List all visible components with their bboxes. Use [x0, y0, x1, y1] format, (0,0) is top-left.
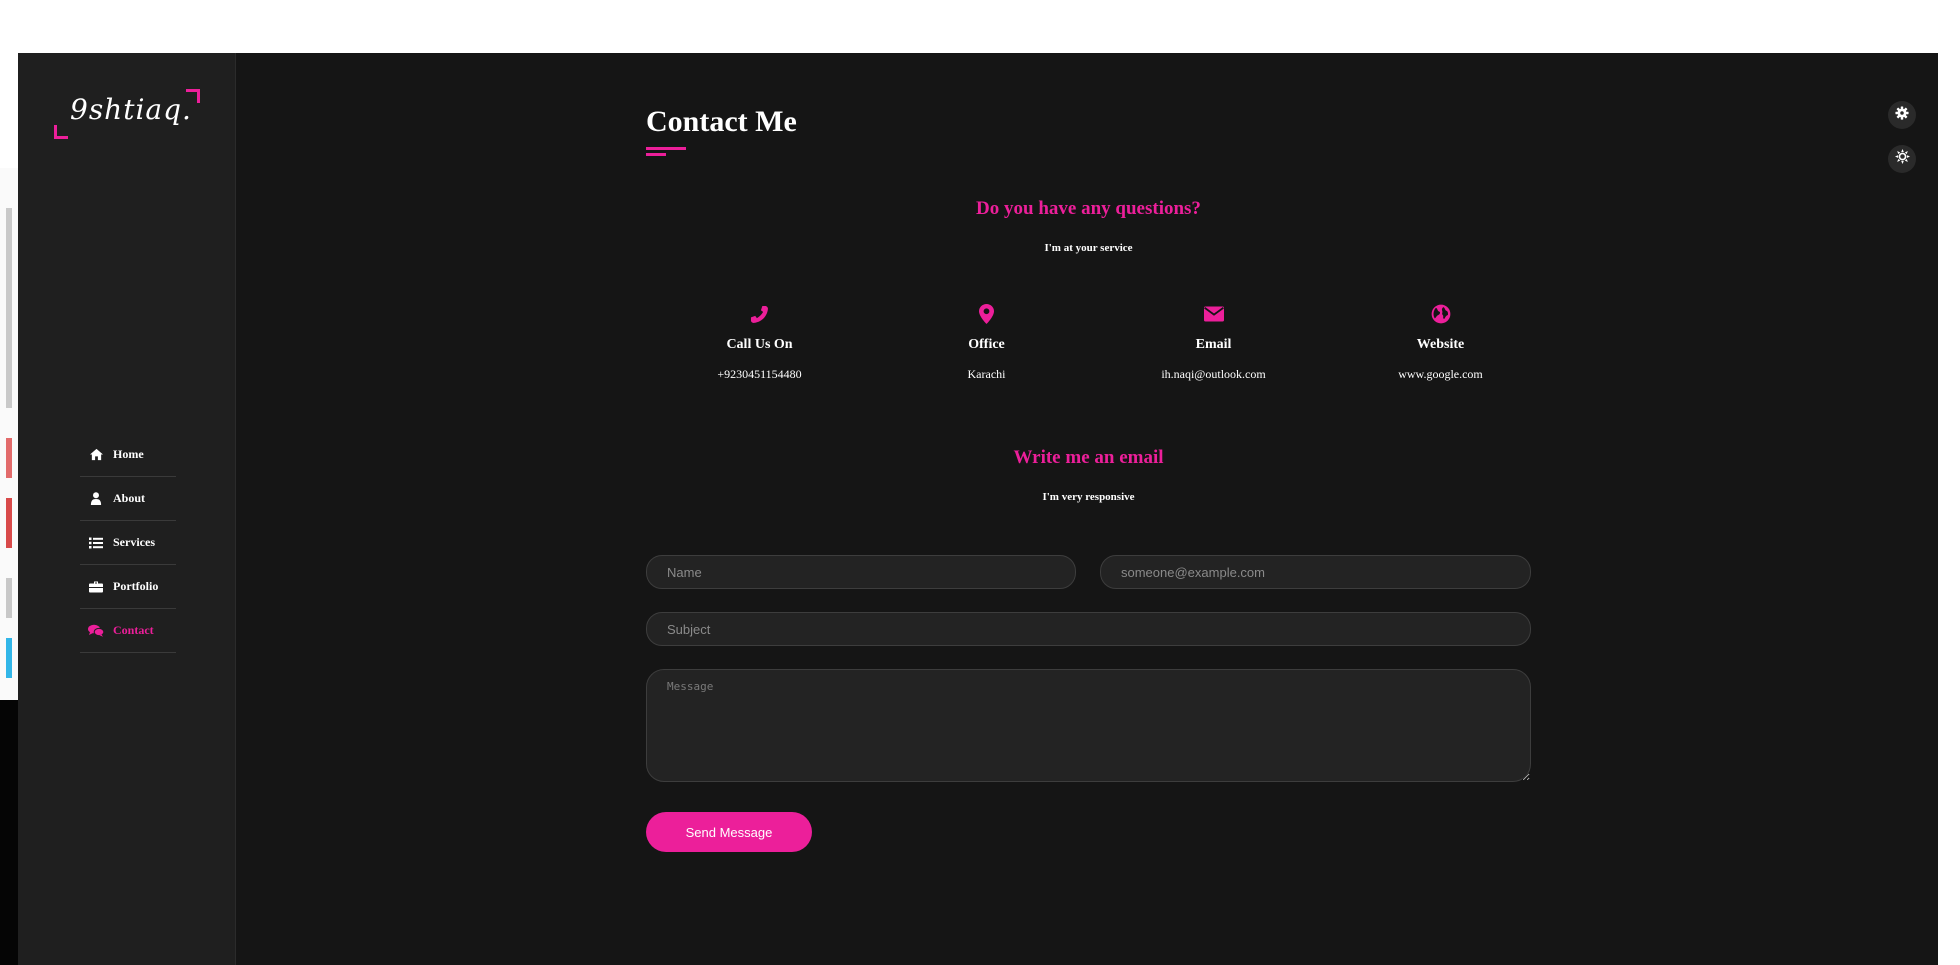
logo-corner-bottom-left [54, 125, 68, 139]
sidebar-item-label: Services [113, 535, 155, 549]
sidebar-item-label: About [113, 491, 146, 505]
subject-input[interactable] [646, 612, 1531, 646]
list-icon [88, 536, 104, 550]
sidebar-item-label: Home [113, 447, 144, 461]
sidebar-nav: Home About Services Portfolio Contact [80, 433, 176, 653]
contact-info: Call Us On +9230451154480 Office Karachi… [646, 303, 1556, 382]
sidebar-item-home[interactable]: Home [80, 433, 176, 477]
questions-heading: Do you have any questions? [976, 198, 1201, 219]
phone-icon [646, 303, 873, 325]
sidebar-item-label: Contact [113, 623, 154, 637]
questions-subheading: I'm at your service [1044, 242, 1133, 254]
send-message-button[interactable]: Send Message [646, 812, 812, 852]
contact-info-email: Email ih.naqi@outlook.com [1100, 303, 1327, 382]
contact-info-value: www.google.com [1398, 367, 1483, 381]
title-underline [646, 147, 686, 159]
logo-text: 9shtiaq. [70, 93, 192, 126]
contact-info-value: +9230451154480 [717, 367, 802, 381]
contact-info-title: Call Us On [726, 337, 793, 352]
contact-info-value: ih.naqi@outlook.com [1161, 367, 1266, 381]
email-section-heading: Write me an email [1013, 447, 1164, 468]
sun-icon [1894, 149, 1910, 169]
contact-info-office: Office Karachi [873, 303, 1100, 382]
sidebar: 9shtiaq. Home About Services Portfolio C… [18, 53, 236, 965]
sidebar-item-services[interactable]: Services [80, 521, 176, 565]
map-pin-icon [873, 303, 1100, 325]
sidebar-item-label: Portfolio [113, 579, 159, 593]
contact-info-value: Karachi [967, 367, 1006, 381]
contact-info-title: Office [968, 337, 1005, 352]
background-window-edge [0, 168, 18, 748]
gear-icon [1895, 105, 1909, 125]
sidebar-item-contact[interactable]: Contact [80, 609, 176, 653]
email-input[interactable] [1100, 555, 1531, 589]
briefcase-icon [88, 580, 104, 594]
logo[interactable]: 9shtiaq. [54, 89, 200, 139]
contact-info-title: Email [1195, 337, 1232, 352]
message-textarea[interactable] [646, 669, 1531, 782]
chat-icon [88, 624, 104, 638]
envelope-icon [1100, 303, 1327, 325]
sidebar-item-about[interactable]: About [80, 477, 176, 521]
theme-toggle[interactable] [1888, 145, 1916, 173]
sidebar-item-portfolio[interactable]: Portfolio [80, 565, 176, 609]
user-icon [88, 492, 104, 506]
app-window: 9shtiaq. Home About Services Portfolio C… [18, 53, 1938, 965]
contact-info-phone: Call Us On +9230451154480 [646, 303, 873, 382]
background-window-dark-edge [0, 700, 18, 965]
page-title: Contact Me [646, 105, 797, 138]
contact-info-title: Website [1416, 337, 1465, 352]
name-input[interactable] [646, 555, 1076, 589]
globe-icon [1327, 303, 1554, 325]
contact-info-website: Website www.google.com [1327, 303, 1554, 382]
home-icon [88, 448, 104, 462]
settings-toggle[interactable] [1888, 101, 1916, 129]
email-section-subheading: I'm very responsive [1042, 491, 1135, 503]
